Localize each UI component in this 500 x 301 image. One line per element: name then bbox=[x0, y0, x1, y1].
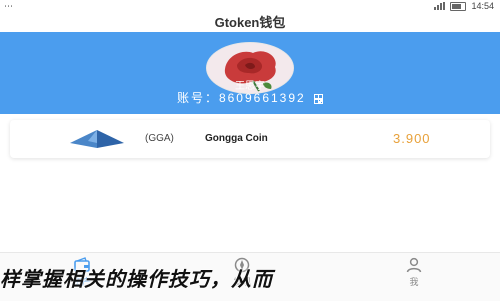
account-line[interactable]: 账号：8609661392 bbox=[0, 89, 500, 106]
signal-icon bbox=[434, 2, 446, 10]
status-right: 14:54 bbox=[434, 1, 494, 11]
profile-header: 王思宇 账号：8609661392 bbox=[0, 32, 500, 114]
token-symbol: (GGA) bbox=[145, 133, 174, 144]
overlay-caption: 样掌握相关的操作技巧，从而 bbox=[0, 267, 273, 291]
status-time: 14:54 bbox=[471, 1, 494, 11]
battery-icon bbox=[450, 1, 467, 11]
status-bar: ⋯ 14:54 bbox=[0, 0, 500, 14]
token-balance: 3.900 bbox=[393, 131, 431, 146]
title-bar: Gtoken钱包 bbox=[0, 14, 500, 32]
status-left-text: ⋯ bbox=[4, 1, 14, 11]
account-label: 账号： bbox=[176, 91, 219, 105]
token-row[interactable]: (GGA) Gongga Coin 3.900 bbox=[10, 120, 490, 158]
account-number: 8609661392 bbox=[218, 91, 306, 105]
app-title: Gtoken钱包 bbox=[214, 15, 286, 30]
token-name: Gongga Coin bbox=[205, 133, 268, 144]
pyramid-icon bbox=[70, 130, 124, 148]
qr-code-icon[interactable] bbox=[314, 93, 324, 104]
